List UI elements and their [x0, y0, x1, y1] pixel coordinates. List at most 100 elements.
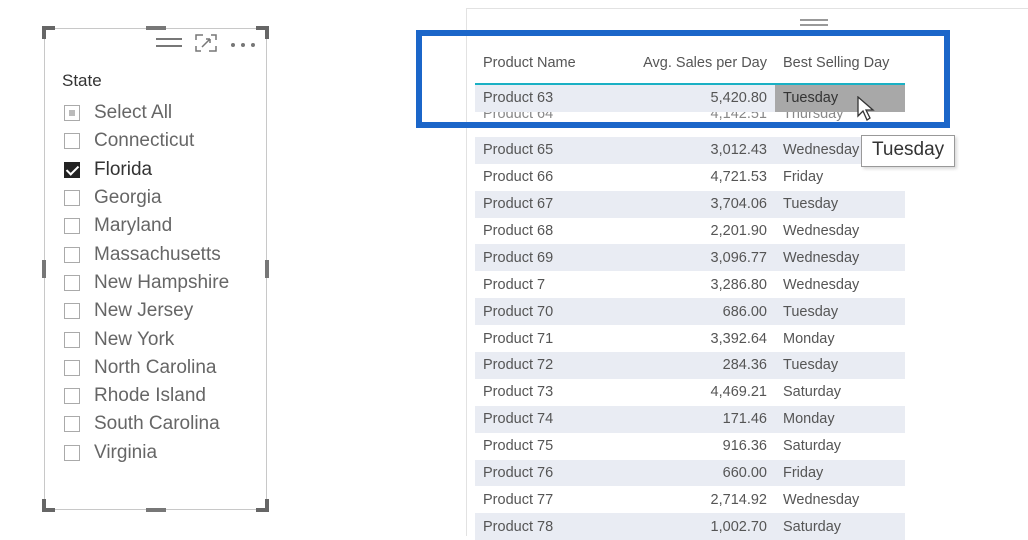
cell-avg-sales[interactable]: 686.00: [625, 304, 775, 320]
resize-handle-bottom-right[interactable]: [256, 499, 269, 512]
slicer-item-south-carolina[interactable]: South Carolina: [64, 410, 229, 438]
cell-product-name[interactable]: Product 78: [475, 519, 625, 535]
state-slicer[interactable]: State Select All Connecticut Florida Geo…: [42, 26, 269, 512]
resize-handle-bottom[interactable]: [145, 508, 166, 512]
cell-product-name[interactable]: Product 74: [475, 411, 625, 427]
resize-handle-left[interactable]: [42, 260, 46, 278]
cell-best-day[interactable]: Tuesday: [775, 357, 905, 373]
slicer-item-new-hampshire[interactable]: New Hampshire: [64, 269, 229, 297]
cell-product-name[interactable]: Product 69: [475, 250, 625, 266]
cell-product-name[interactable]: Product 7: [475, 277, 625, 293]
cell-avg-sales[interactable]: 2,201.90: [625, 223, 775, 239]
slicer-item-florida[interactable]: Florida: [64, 156, 229, 184]
cell-avg-sales[interactable]: 660.00: [625, 465, 775, 481]
slicer-item-rhode-island[interactable]: Rhode Island: [64, 382, 229, 410]
cell-best-day[interactable]: Wednesday: [775, 250, 905, 266]
cell-avg-sales[interactable]: 1,002.70: [625, 519, 775, 535]
slicer-item-georgia[interactable]: Georgia: [64, 184, 229, 212]
table-row[interactable]: Product 71 3,392.64 Monday: [475, 325, 905, 352]
resize-handle-bottom-left[interactable]: [42, 499, 55, 512]
cell-best-day[interactable]: Friday: [775, 465, 905, 481]
slicer-item-virginia[interactable]: Virginia: [64, 439, 229, 467]
cell-avg-sales[interactable]: 3,704.06: [625, 196, 775, 212]
slicer-item-select-all[interactable]: Select All: [64, 99, 229, 127]
cell-avg-sales[interactable]: 3,096.77: [625, 250, 775, 266]
slicer-item-new-jersey[interactable]: New Jersey: [64, 297, 229, 325]
table-row[interactable]: Product 66 4,721.53 Friday: [475, 164, 905, 191]
table-row[interactable]: Product 78 1,002.70 Saturday: [475, 513, 905, 540]
cell-best-day[interactable]: Saturday: [775, 438, 905, 454]
cell-best-day[interactable]: Friday: [775, 169, 905, 185]
checkbox[interactable]: [64, 444, 80, 461]
checkbox[interactable]: [64, 359, 80, 376]
cell-avg-sales[interactable]: 2,714.92: [625, 492, 775, 508]
slicer-item-new-york[interactable]: New York: [64, 325, 229, 353]
more-options-icon[interactable]: [230, 36, 256, 54]
table-row[interactable]: Product 75 916.36 Saturday: [475, 433, 905, 460]
checkbox[interactable]: [64, 416, 80, 433]
slicer-item-maryland[interactable]: Maryland: [64, 212, 229, 240]
table-row[interactable]: Product 76 660.00 Friday: [475, 459, 905, 487]
resize-handle-top-right[interactable]: [256, 26, 269, 39]
table-row[interactable]: Product 73 4,469.21 Saturday: [475, 379, 905, 406]
resize-handle-right[interactable]: [265, 260, 269, 278]
mouse-pointer-icon: [857, 95, 875, 127]
checkbox[interactable]: [64, 105, 80, 122]
table-row[interactable]: Product 77 2,714.92 Wednesday: [475, 486, 905, 513]
table-row[interactable]: Product 7 3,286.80 Wednesday: [475, 271, 905, 298]
slicer-item-north-carolina[interactable]: North Carolina: [64, 354, 229, 382]
checkbox[interactable]: [64, 246, 80, 263]
table-row[interactable]: Product 72 284.36 Tuesday: [475, 352, 905, 379]
cell-avg-sales[interactable]: 284.36: [625, 357, 775, 373]
cell-product-name[interactable]: Product 75: [475, 438, 625, 454]
cell-product-name[interactable]: Product 71: [475, 331, 625, 347]
checkbox[interactable]: [64, 388, 80, 405]
resize-handle-top-left[interactable]: [42, 26, 55, 39]
cell-avg-sales[interactable]: 171.46: [625, 411, 775, 427]
drag-grip-icon[interactable]: [800, 19, 828, 29]
resize-handle-top[interactable]: [145, 26, 166, 30]
cell-avg-sales[interactable]: 4,469.21: [625, 384, 775, 400]
cell-best-day[interactable]: Tuesday: [775, 196, 905, 212]
cell-best-day[interactable]: Monday: [775, 411, 905, 427]
slicer-item-massachusetts[interactable]: Massachusetts: [64, 240, 229, 268]
cell-product-name[interactable]: Product 73: [475, 384, 625, 400]
cell-avg-sales[interactable]: 916.36: [625, 438, 775, 454]
cell-product-name[interactable]: Product 76: [475, 465, 625, 481]
cell-avg-sales[interactable]: 3,286.80: [625, 277, 775, 293]
cell-best-day[interactable]: Wednesday: [775, 492, 905, 508]
checkbox[interactable]: [64, 303, 80, 320]
cell-product-name[interactable]: Product 66: [475, 169, 625, 185]
table-row[interactable]: Product 68 2,201.90 Wednesday: [475, 218, 905, 245]
slicer-item-connecticut[interactable]: Connecticut: [64, 127, 229, 155]
cell-product-name[interactable]: Product 72: [475, 357, 625, 373]
table-row[interactable]: Product 74 171.46 Monday: [475, 405, 905, 433]
cell-product-name[interactable]: Product 70: [475, 304, 625, 320]
cell-best-day[interactable]: Saturday: [775, 519, 905, 535]
cell-product-name[interactable]: Product 68: [475, 223, 625, 239]
checkbox[interactable]: [64, 190, 80, 207]
table-row[interactable]: Product 67 3,704.06 Tuesday: [475, 190, 905, 218]
checkbox[interactable]: [64, 274, 80, 291]
cell-avg-sales[interactable]: 3,392.64: [625, 331, 775, 347]
cell-avg-sales[interactable]: 4,721.53: [625, 169, 775, 185]
cell-best-day[interactable]: Saturday: [775, 384, 905, 400]
slicer-item-label: New Jersey: [94, 300, 194, 322]
cell-product-name[interactable]: Product 77: [475, 492, 625, 508]
cell-product-name[interactable]: Product 65: [475, 142, 625, 158]
cell-best-day[interactable]: Wednesday: [775, 277, 905, 293]
checkbox[interactable]: [64, 218, 80, 235]
checkbox-checked[interactable]: [64, 161, 80, 178]
checkbox[interactable]: [64, 331, 80, 348]
cell-best-day[interactable]: Monday: [775, 331, 905, 347]
table-row[interactable]: Product 69 3,096.77 Wednesday: [475, 244, 905, 272]
cell-best-day[interactable]: Tuesday: [775, 304, 905, 320]
checkbox[interactable]: [64, 133, 80, 150]
cell-product-name[interactable]: Product 67: [475, 196, 625, 212]
table-row[interactable]: Product 70 686.00 Tuesday: [475, 298, 905, 326]
focus-mode-icon[interactable]: [194, 33, 218, 58]
cell-avg-sales[interactable]: 3,012.43: [625, 142, 775, 158]
drag-handle-icon[interactable]: [156, 36, 182, 55]
table-row[interactable]: Product 65 3,012.43 Wednesday: [475, 136, 905, 164]
cell-best-day[interactable]: Wednesday: [775, 223, 905, 239]
